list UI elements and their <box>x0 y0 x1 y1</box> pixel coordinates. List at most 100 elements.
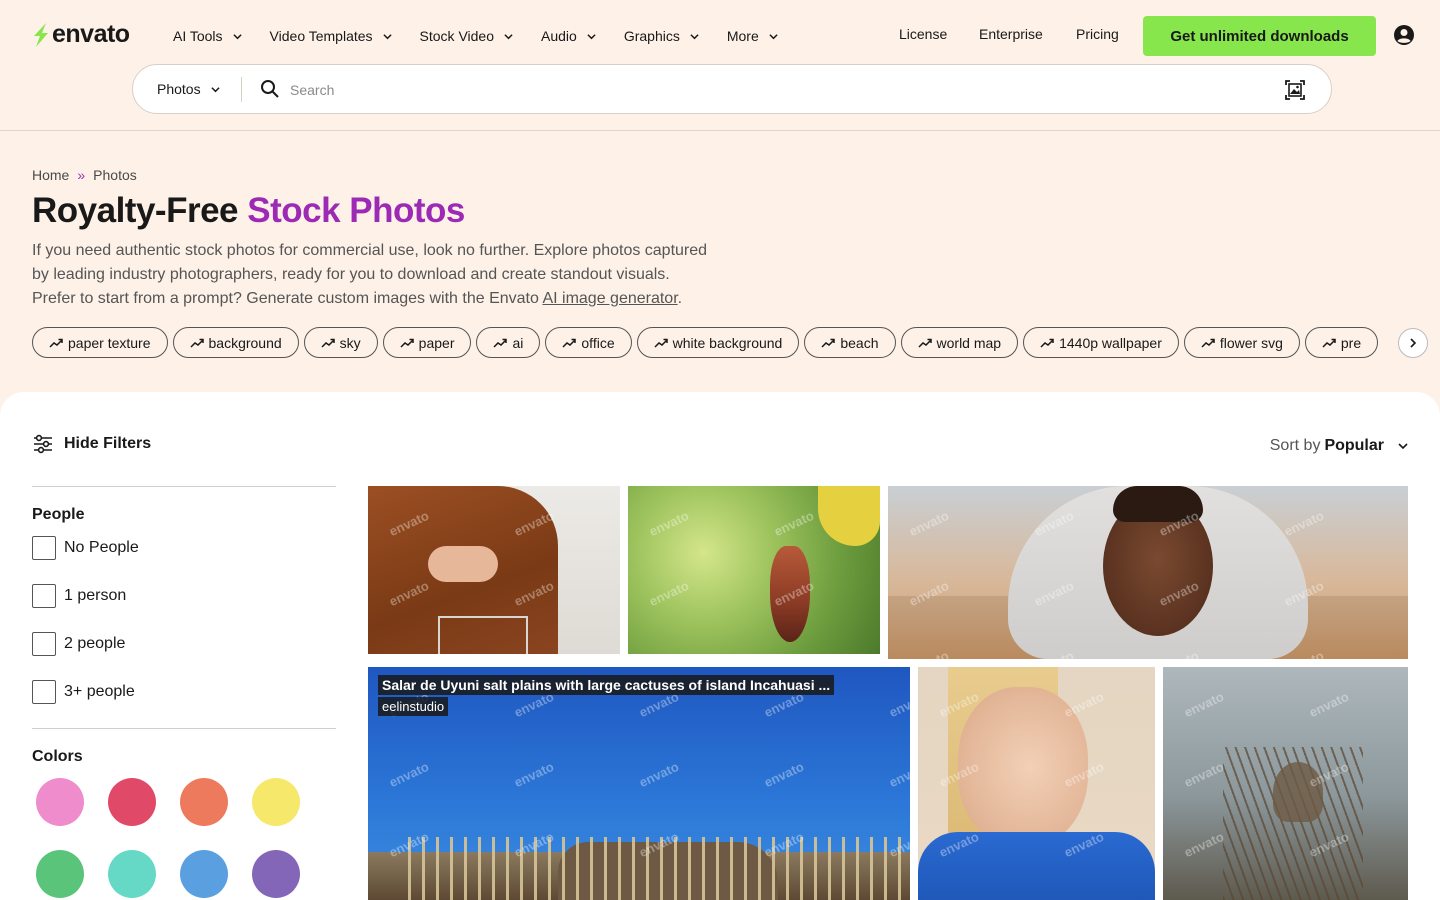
pricing-link[interactable]: Pricing <box>1076 26 1119 42</box>
people-filter-option[interactable]: No People <box>32 536 336 560</box>
watermark: envato <box>886 688 910 721</box>
people-filter-options: No People 1 person 2 people 3+ people <box>32 536 336 704</box>
checkbox[interactable] <box>32 632 56 656</box>
license-link[interactable]: License <box>899 26 947 42</box>
breadcrumb-separator: » <box>77 167 86 183</box>
chevron-right-icon <box>1410 338 1417 348</box>
people-filter-option[interactable]: 3+ people <box>32 680 336 704</box>
trending-tag[interactable]: flower svg <box>1183 327 1300 358</box>
enterprise-link[interactable]: Enterprise <box>979 26 1043 42</box>
option-label: 3+ people <box>64 683 135 700</box>
watermark: envato <box>906 507 952 540</box>
tag-label: 1440p wallpaper <box>1059 334 1162 351</box>
envato-leaf-icon <box>34 22 48 47</box>
watermark: envato <box>1181 758 1227 791</box>
trending-tag[interactable]: ai <box>476 327 541 358</box>
results-panel: Hide Filters Sort by Popular People No P… <box>0 392 1440 900</box>
ai-image-generator-link[interactable]: AI image generator <box>542 290 677 307</box>
photo-content <box>1273 762 1323 822</box>
user-account-icon[interactable] <box>1393 24 1415 46</box>
hide-filters-label: Hide Filters <box>64 435 152 452</box>
search-input[interactable] <box>290 79 1270 101</box>
color-swatch[interactable] <box>108 850 156 898</box>
nav-more[interactable]: More <box>727 26 778 46</box>
photo-tile[interactable]: envato envato envato envato envato envato <box>918 667 1155 900</box>
sort-dropdown[interactable]: Sort by Popular <box>1270 437 1408 455</box>
description-line: Prefer to start from a prompt? Generate … <box>32 287 752 311</box>
color-swatch[interactable] <box>252 778 300 826</box>
page-description: If you need authentic stock photos for c… <box>32 239 752 311</box>
tag-label: ai <box>512 334 524 351</box>
image-search-icon[interactable] <box>1284 79 1306 101</box>
trending-tag[interactable]: sky <box>303 327 378 358</box>
colors-filter-title: Colors <box>32 748 83 765</box>
watermark: envato <box>646 507 692 540</box>
trending-tag[interactable]: office <box>545 327 632 358</box>
people-filter-title: People <box>32 506 85 523</box>
description-text: Prefer to start from a prompt? Generate … <box>32 290 543 307</box>
chevron-down-icon <box>1398 443 1408 450</box>
search-category-label: Photos <box>157 81 201 97</box>
trending-arrow-icon <box>49 338 63 348</box>
featured-photo-tile[interactable]: envato envato envato envato envato envato enva… <box>368 667 910 900</box>
main-nav: AI Tools Video Templates Stock Video Aud… <box>173 26 806 46</box>
envato-logo[interactable]: envato <box>32 20 130 49</box>
color-swatch[interactable] <box>108 778 156 826</box>
trending-tag[interactable]: pre <box>1304 327 1379 358</box>
description-line: by leading industry photographers, ready… <box>32 266 670 283</box>
color-swatch[interactable] <box>252 850 300 898</box>
watermark: envato <box>771 507 817 540</box>
breadcrumb-current[interactable]: Photos <box>93 167 137 183</box>
chevron-down-icon <box>382 33 392 39</box>
chevron-down-icon <box>587 33 596 39</box>
checkbox[interactable] <box>32 584 56 608</box>
nav-ai-tools[interactable]: AI Tools <box>173 26 242 46</box>
trending-tag[interactable]: paper texture <box>32 327 168 358</box>
trending-tag[interactable]: background <box>172 327 299 358</box>
color-swatch[interactable] <box>180 850 228 898</box>
nav-graphics[interactable]: Graphics <box>624 26 699 46</box>
nav-audio[interactable]: Audio <box>541 26 596 46</box>
people-filter-option[interactable]: 1 person <box>32 584 336 608</box>
divider <box>32 486 336 487</box>
trending-tag[interactable]: world map <box>900 327 1019 358</box>
checkbox[interactable] <box>32 680 56 704</box>
photo-title: Salar de Uyuni salt plains with large ca… <box>378 675 835 695</box>
trending-tag[interactable]: white background <box>636 327 800 358</box>
tag-label: sky <box>339 334 361 351</box>
tags-scroll-right-button[interactable] <box>1398 328 1428 358</box>
breadcrumb-home[interactable]: Home <box>32 167 69 183</box>
sort-value: Popular <box>1324 437 1384 454</box>
trending-tag[interactable]: beach <box>804 327 896 358</box>
checkbox[interactable] <box>32 536 56 560</box>
nav-label: More <box>726 28 759 44</box>
photo-tile[interactable]: envato envato envato envato <box>628 486 880 654</box>
trending-tag[interactable]: paper <box>382 327 472 358</box>
trending-tags: paper texture background sky paper ai office w… <box>32 327 1440 359</box>
option-label: 1 person <box>64 587 127 604</box>
photo-tile[interactable]: envato envato envato envato envato envato enva… <box>888 486 1408 659</box>
trending-tag[interactable]: 1440p wallpaper <box>1023 327 1179 358</box>
photo-content <box>438 616 528 654</box>
tag-label: background <box>208 334 282 351</box>
tag-label: office <box>581 334 615 351</box>
people-filter-option[interactable]: 2 people <box>32 632 336 656</box>
trending-arrow-icon <box>1322 338 1336 348</box>
photo-author[interactable]: eelinstudio <box>378 697 449 716</box>
logo-text: envato <box>52 20 130 48</box>
trending-arrow-icon <box>562 338 577 348</box>
get-unlimited-downloads-button[interactable]: Get unlimited downloads <box>1143 16 1376 56</box>
nav-stock-video[interactable]: Stock Video <box>420 26 513 46</box>
color-swatch[interactable] <box>36 778 84 826</box>
color-swatch[interactable] <box>180 778 228 826</box>
search-category-select[interactable]: Photos <box>157 81 220 97</box>
tag-label: paper <box>418 334 455 351</box>
color-swatch[interactable] <box>36 850 84 898</box>
nav-video-templates[interactable]: Video Templates <box>270 26 392 46</box>
photo-content <box>428 546 498 582</box>
option-label: 2 people <box>64 635 126 652</box>
photo-tile[interactable]: envato envato envato envato envato envato <box>1163 667 1408 900</box>
search-icon <box>261 80 279 98</box>
photo-tile[interactable]: envato envato envato envato <box>368 486 620 654</box>
hide-filters-button[interactable]: Hide Filters <box>32 434 151 454</box>
